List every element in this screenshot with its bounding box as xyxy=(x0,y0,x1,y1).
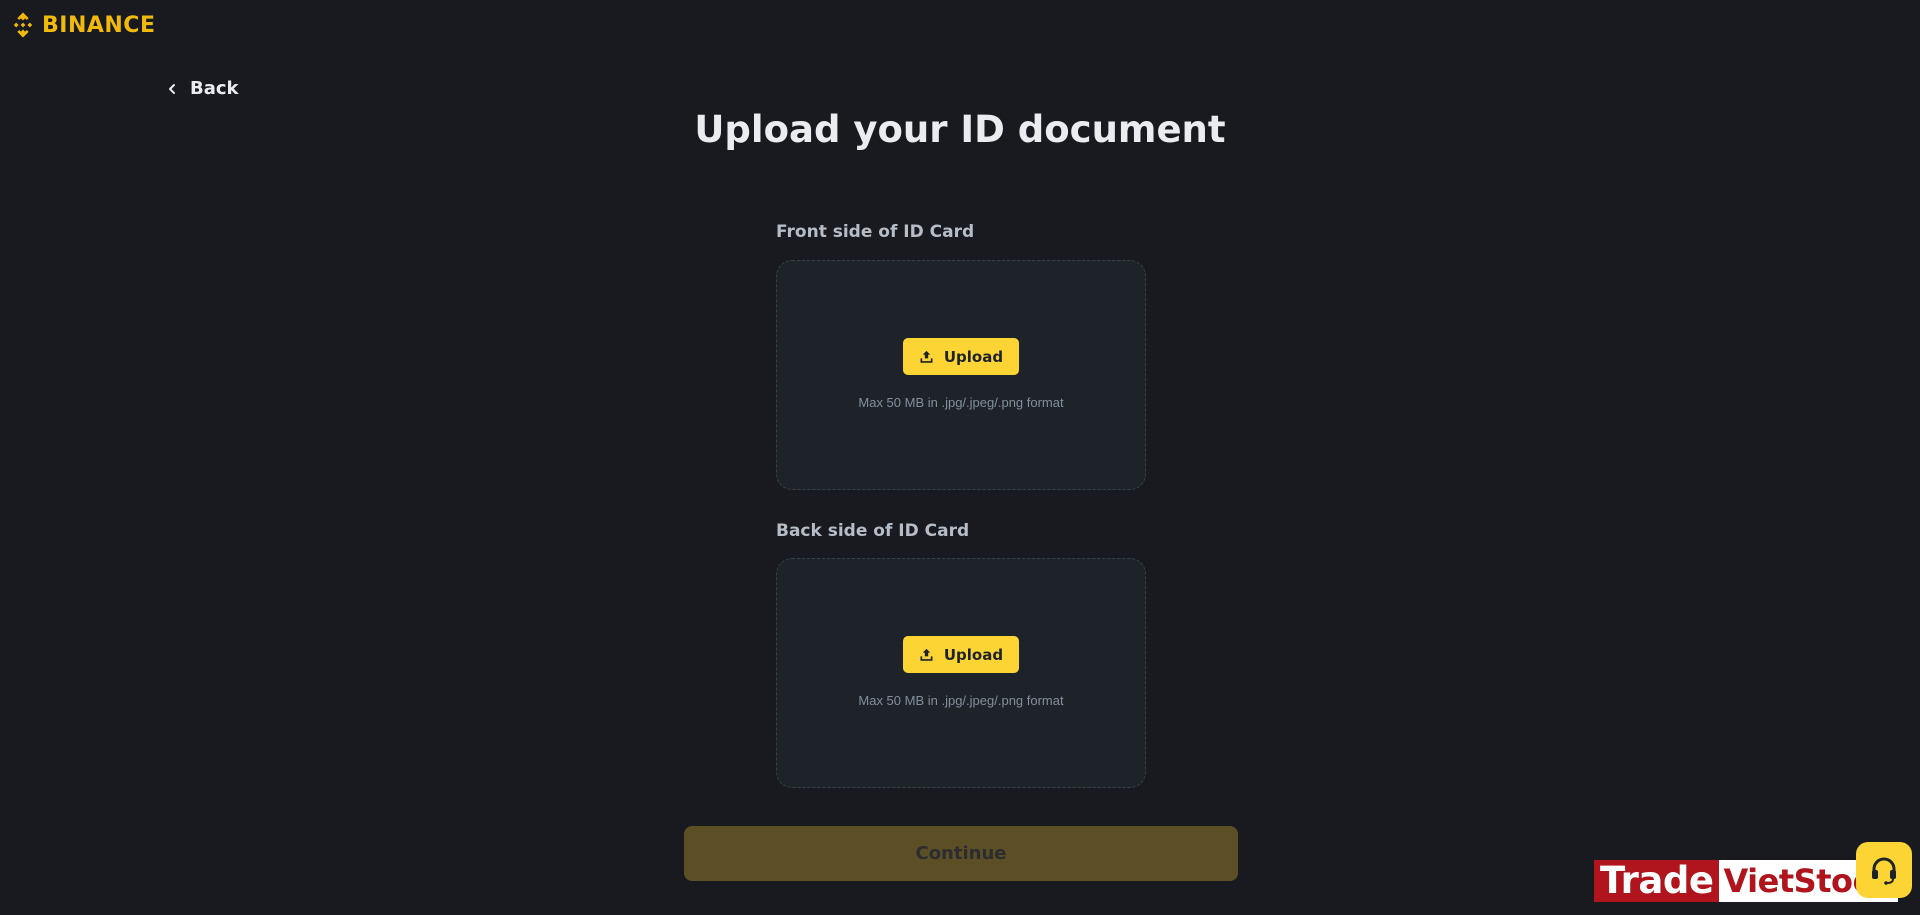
watermark-trade: Trade xyxy=(1594,860,1720,902)
front-upload-hint: Max 50 MB in .jpg/.jpeg/.png format xyxy=(858,395,1064,410)
headset-icon xyxy=(1872,857,1896,885)
watermark: Trade VietStock xyxy=(1594,860,1898,902)
back-side-label: Back side of ID Card xyxy=(776,521,970,541)
continue-label: Continue xyxy=(915,843,1007,864)
upload-icon xyxy=(920,350,933,363)
page: BINANCE Back Upload your ID document Fro… xyxy=(0,0,1920,915)
front-side-label: Front side of ID Card xyxy=(776,222,975,242)
binance-logo-icon xyxy=(13,12,33,38)
brand-name: BINANCE xyxy=(42,12,156,38)
binance-logo[interactable]: BINANCE xyxy=(10,12,155,38)
back-link[interactable]: Back xyxy=(166,78,239,99)
back-upload-button[interactable]: Upload xyxy=(903,636,1019,673)
continue-button[interactable]: Continue xyxy=(684,826,1238,881)
chevron-left-icon xyxy=(169,83,175,94)
back-upload-hint: Max 50 MB in .jpg/.jpeg/.png format xyxy=(858,693,1064,708)
upload-icon xyxy=(920,648,933,661)
page-title: Upload your ID document xyxy=(694,108,1226,151)
support-button[interactable] xyxy=(1856,842,1912,898)
front-side-dropzone[interactable]: Upload Max 50 MB in .jpg/.jpeg/.png form… xyxy=(776,260,1146,490)
back-label: Back xyxy=(190,78,239,99)
front-upload-button[interactable]: Upload xyxy=(903,338,1019,375)
back-side-dropzone[interactable]: Upload Max 50 MB in .jpg/.jpeg/.png form… xyxy=(776,558,1146,788)
front-upload-label: Upload xyxy=(943,347,1004,366)
back-upload-label: Upload xyxy=(943,645,1004,664)
